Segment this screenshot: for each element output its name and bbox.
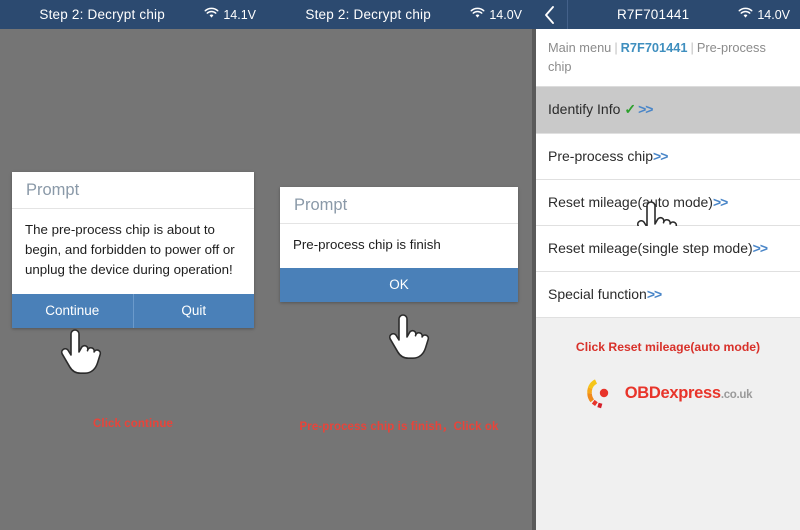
chevron-right-icon: >> [646, 286, 662, 303]
chevron-right-icon: >> [638, 101, 653, 118]
menu-container: Main menu | R7F701441 | Pre-process chip Ide… [532, 29, 800, 530]
menu-item-special-function[interactable]: Special function>> [536, 272, 800, 319]
menu-item-label: Identify Info [548, 101, 621, 118]
statusbar-voltage-group: 14.0V [738, 7, 800, 22]
dialog-title: Prompt [280, 187, 518, 224]
menu-item-label: Special function [548, 286, 647, 303]
logo-text-express: express [660, 383, 722, 402]
chevron-right-icon: >> [752, 240, 768, 257]
chevron-right-icon: >> [712, 194, 728, 211]
statusbar-voltage: 14.1V [223, 7, 256, 22]
obdexpress-logo-icon [584, 376, 624, 410]
ok-button[interactable]: OK [280, 268, 518, 303]
breadcrumb: Main menu | R7F701441 | Pre-process chip [536, 29, 800, 88]
prompt-dialog: Prompt The pre-process chip is about to … [12, 172, 254, 328]
back-button[interactable] [532, 0, 568, 29]
menu-item-pre-process-chip[interactable]: Pre-process chip>> [536, 134, 800, 181]
dialog-actions: Continue Quit [12, 293, 254, 328]
breadcrumb-separator: | [614, 40, 618, 55]
dialog-message: The pre-process chip is about to begin, … [12, 209, 254, 294]
statusbar-title: Step 2: Decrypt chip [39, 7, 165, 22]
chevron-left-icon [543, 5, 556, 25]
dialog-message: Pre-process chip is finish [280, 224, 518, 269]
check-icon: ✓ [624, 101, 637, 118]
logo-text: OBDexpress.co.uk [625, 384, 753, 403]
workspace: Prompt The pre-process chip is about to … [0, 29, 266, 530]
statusbar: Step 2: Decrypt chip 14.1V [0, 0, 266, 29]
panel-chip-menu: R7F701441 14.0V Main menu | R7F701441 | Pre-… [532, 0, 800, 530]
menu-item-identify-info[interactable]: Identify Info ✓ >> [536, 87, 800, 135]
continue-button[interactable]: Continue [12, 293, 133, 328]
panel-note: Click Reset mileage(auto mode) [536, 318, 800, 355]
hand-cursor-icon [56, 326, 102, 380]
menu-item-label: Reset mileage(auto mode) [548, 194, 713, 211]
panel-caption: Click continue [93, 418, 173, 430]
panel-caption: Pre-process chip is finish，Click ok [299, 421, 499, 433]
hand-cursor-icon [384, 311, 430, 365]
panel-step2-prompt-continue: Step 2: Decrypt chip 14.1V Prompt The pr… [0, 0, 266, 530]
chevron-right-icon: >> [653, 148, 668, 165]
dialog-actions: OK [280, 268, 518, 303]
statusbar-title: Step 2: Decrypt chip [305, 7, 431, 22]
prompt-dialog: Prompt Pre-process chip is finish OK [280, 187, 518, 303]
logo-text-obd: OBD [624, 383, 661, 402]
breadcrumb-separator: | [690, 40, 694, 55]
dialog-title: Prompt [12, 172, 254, 209]
wifi-icon [738, 7, 753, 22]
statusbar-voltage: 14.0V [489, 7, 522, 22]
brand-logo: OBDexpress.co.uk [536, 354, 800, 411]
statusbar-title: R7F701441 [616, 7, 690, 22]
menu-item-label: Pre-process chip [548, 148, 654, 165]
statusbar-voltage-group: 14.0V [470, 7, 532, 22]
workspace: Prompt Pre-process chip is finish OK Pre… [266, 29, 532, 530]
statusbar: Step 2: Decrypt chip 14.0V [266, 0, 532, 29]
menu-item-reset-mileage-single-step[interactable]: Reset mileage(single step mode)>> [536, 226, 800, 273]
panel-step2-prompt-finish: Step 2: Decrypt chip 14.0V Prompt Pre-pr… [266, 0, 532, 530]
statusbar-voltage: 14.0V [757, 7, 790, 22]
breadcrumb-root[interactable]: Main menu [548, 40, 611, 55]
quit-button[interactable]: Quit [132, 293, 254, 328]
menu-item-reset-mileage-auto[interactable]: Reset mileage(auto mode)>> [536, 180, 800, 247]
wifi-icon [470, 7, 485, 22]
wifi-icon [204, 7, 219, 22]
statusbar-voltage-group: 14.1V [204, 7, 266, 22]
menu-item-label: Reset mileage(single step mode) [548, 240, 753, 257]
statusbar: R7F701441 14.0V [532, 0, 800, 29]
logo-text-tld: .co.uk [720, 388, 753, 401]
breadcrumb-active[interactable]: R7F701441 [621, 40, 688, 55]
